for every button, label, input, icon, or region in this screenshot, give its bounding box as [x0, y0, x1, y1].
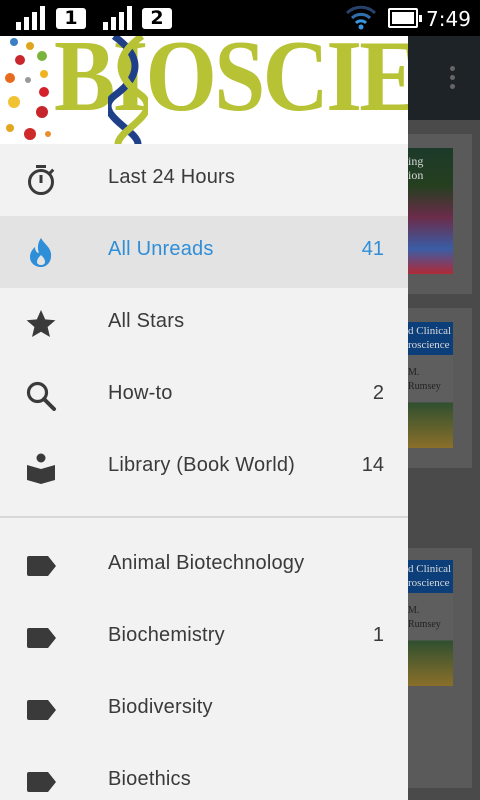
timer-icon	[28, 165, 55, 195]
label-icon	[27, 556, 56, 576]
label-icon	[27, 772, 56, 792]
nav-item-count: 41	[361, 238, 384, 260]
search-icon	[26, 381, 56, 411]
book-reader-icon	[27, 453, 55, 484]
nav-item-label: Animal Biotechnology	[108, 552, 305, 574]
nav-item-label: Biodiversity	[108, 696, 213, 718]
status-bar: 1 2 7:49	[0, 0, 480, 36]
nav-item-count: 14	[361, 454, 384, 476]
signal-icon	[16, 6, 48, 30]
book-cover: d Clinical roscience M. Rumsey	[405, 560, 453, 686]
nav-item-all-stars[interactable]: All Stars	[0, 288, 408, 360]
nav-item-bioethics[interactable]: Bioethics	[0, 746, 408, 800]
sim1-badge: 1	[56, 8, 86, 29]
clock: 7:49	[426, 7, 471, 31]
header-banner: BIOSCIENCE	[0, 36, 408, 144]
flame-icon	[30, 238, 52, 267]
nav-item-label: Bioethics	[108, 768, 191, 790]
nav-item-label: Library (Book World)	[108, 454, 296, 476]
feed-card[interactable]: ing ion	[400, 134, 472, 294]
book-cover: d Clinical roscience M. Rumsey	[405, 322, 453, 448]
wifi-icon	[345, 5, 377, 30]
book-cover-author: M. Rumsey	[408, 367, 441, 392]
nav-item-label: How-to	[108, 382, 173, 404]
book-cover-text: d Clinical roscience	[408, 325, 452, 351]
book-cover-text: ing ion	[408, 154, 424, 182]
sim2-badge: 2	[142, 8, 172, 29]
nav-item-how-to[interactable]: How-to 2	[0, 360, 408, 432]
label-icon	[27, 700, 56, 720]
book-cover-author: M. Rumsey	[408, 605, 441, 630]
feed-card[interactable]: d Clinical roscience M. Rumsey	[400, 548, 472, 788]
nav-item-count: 2	[372, 382, 384, 404]
label-icon	[27, 628, 56, 648]
dots-decoration	[5, 38, 51, 140]
overflow-menu-icon[interactable]	[447, 66, 457, 96]
star-icon	[26, 310, 56, 337]
nav-item-all-unreads[interactable]: All Unreads 41	[0, 216, 408, 288]
nav-item-biodiversity[interactable]: Biodiversity	[0, 674, 408, 746]
nav-item-library[interactable]: Library (Book World) 14	[0, 432, 408, 504]
nav-item-count: 1	[372, 624, 384, 646]
nav-item-label: All Unreads	[108, 238, 214, 260]
nav-item-biochemistry[interactable]: Biochemistry 1	[0, 602, 408, 674]
dna-helix-icon	[108, 36, 148, 144]
signal-icon	[103, 6, 135, 30]
nav-item-last-24-hours[interactable]: Last 24 Hours	[0, 144, 408, 216]
nav-item-label: Biochemistry	[108, 624, 225, 646]
nav-item-label: All Stars	[108, 310, 185, 332]
nav-item-label: Last 24 Hours	[108, 166, 236, 188]
book-cover-text: d Clinical roscience	[408, 563, 452, 589]
feed-card[interactable]: d Clinical roscience M. Rumsey	[400, 308, 472, 468]
nav-item-animal-biotechnology[interactable]: Animal Biotechnology	[0, 530, 408, 602]
section-divider	[0, 516, 408, 518]
navigation-drawer: BIOSCIENCE Last 24 Hours All Unreads 41 …	[0, 36, 408, 800]
book-cover: ing ion	[405, 148, 453, 274]
battery-icon	[388, 8, 422, 28]
